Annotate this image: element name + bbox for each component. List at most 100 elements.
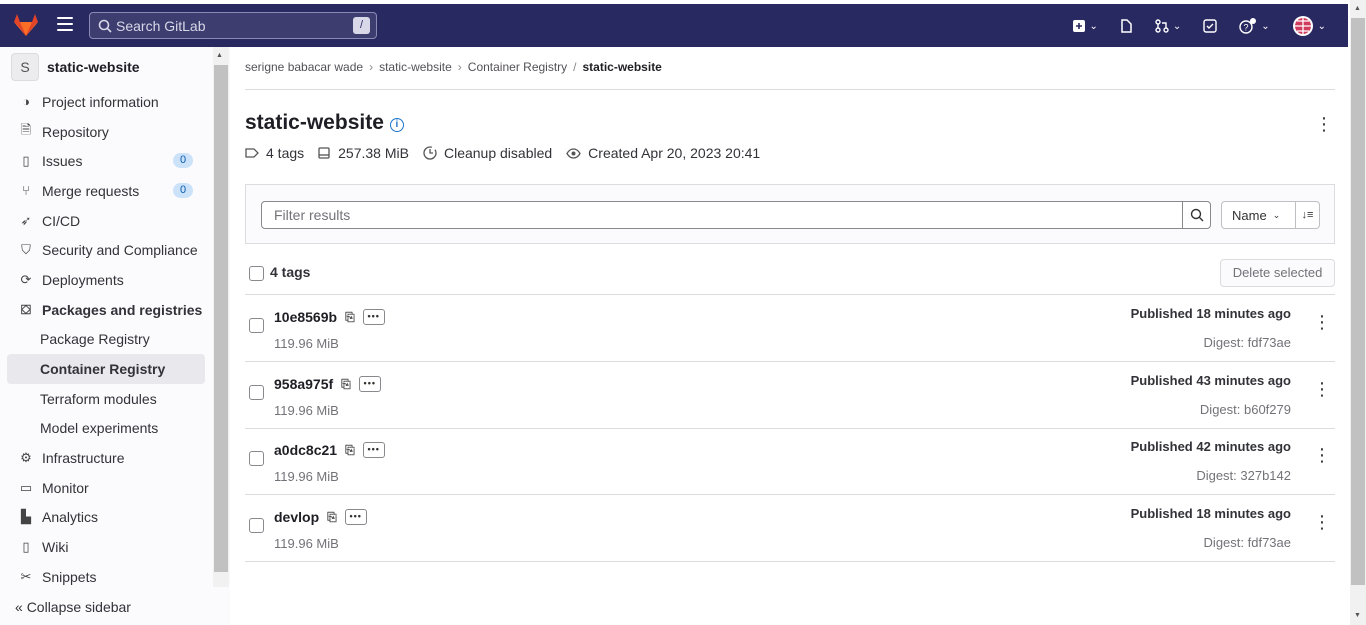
- breadcrumb-item-current[interactable]: static-website: [583, 60, 662, 74]
- sidebar-item-infrastructure[interactable]: ⚙ Infrastructure: [7, 443, 205, 473]
- table-row: a0dc8c21 ⎘ ••• 119.96 MiB Published 42 min…: [245, 428, 1335, 495]
- published-time: Published 43 minutes ago: [1130, 373, 1291, 388]
- sidebar-item-repository[interactable]: 🗎 Repository: [7, 117, 205, 147]
- copy-icon[interactable]: ⎘: [327, 510, 337, 525]
- sidebar-scrollbar-thumb[interactable]: [214, 65, 228, 572]
- cloud-gear-icon: ⚙: [20, 450, 32, 466]
- tag-name: 958a975f: [274, 376, 334, 392]
- row-actions-button[interactable]: ⋮: [1313, 380, 1331, 398]
- delete-selected-button[interactable]: Delete selected: [1220, 259, 1335, 287]
- row-actions-button[interactable]: ⋮: [1313, 513, 1331, 531]
- sidebar-item-container-registry[interactable]: Container Registry: [7, 354, 205, 384]
- sidebar-item-ci-cd[interactable]: ➶ CI/CD: [7, 206, 205, 236]
- sort-direction-button[interactable]: ↓≡: [1295, 201, 1320, 229]
- scroll-up-arrow-icon[interactable]: ▲: [216, 52, 223, 59]
- tag-name: 10e8569b: [274, 309, 338, 325]
- sidebar-item-package-registry[interactable]: Package Registry: [7, 325, 205, 355]
- sidebar-item-wiki[interactable]: ▯ Wiki: [7, 532, 205, 562]
- issues-icon: [1121, 19, 1132, 33]
- shield-icon: ⛉: [21, 242, 31, 258]
- sidebar-item-model-experiments[interactable]: Model experiments: [7, 414, 205, 444]
- chevron-down-icon: ⌄: [1261, 20, 1270, 32]
- breadcrumb-item[interactable]: static-website: [379, 60, 452, 74]
- create-new-button[interactable]: ⌄: [1073, 20, 1098, 32]
- row-checkbox[interactable]: [249, 385, 264, 400]
- tag-icon: [245, 148, 259, 158]
- sidebar-project-header[interactable]: S static-website: [11, 53, 140, 81]
- row-checkbox[interactable]: [249, 518, 264, 533]
- more-actions-button[interactable]: ⋮: [1315, 115, 1333, 133]
- chevron-down-icon: ⌄: [1089, 20, 1098, 32]
- select-all-checkbox[interactable]: [249, 266, 264, 281]
- sort-dropdown[interactable]: Name ⌄: [1221, 201, 1296, 229]
- tag-size: 119.96 MiB: [274, 403, 339, 418]
- sidebar-item-project-information[interactable]: ◑ Project information: [7, 87, 205, 117]
- sidebar-item-deployments[interactable]: ⟳ Deployments: [7, 265, 205, 295]
- row-checkbox[interactable]: [249, 318, 264, 333]
- sidebar-item-label: Repository: [42, 123, 109, 140]
- sidebar-item-label: CI/CD: [42, 212, 81, 229]
- search-placeholder: Search GitLab: [116, 17, 206, 34]
- sidebar-item-security[interactable]: ⛉ Security and Compliance: [7, 235, 205, 265]
- expand-details-button[interactable]: •••: [362, 309, 385, 325]
- row-actions-button[interactable]: ⋮: [1313, 313, 1331, 331]
- cleanup-status: Cleanup disabled: [423, 145, 552, 161]
- scroll-up-arrow-icon[interactable]: ▲: [1354, 5, 1361, 12]
- search-icon: [98, 19, 112, 33]
- sidebar-item-label: Infrastructure: [42, 450, 125, 467]
- sidebar: S static-website ◑ Project information 🗎…: [0, 47, 230, 625]
- breadcrumb-item[interactable]: Container Registry: [468, 60, 567, 74]
- sidebar-item-terraform-modules[interactable]: Terraform modules: [7, 384, 205, 414]
- tags-count: 4 tags: [245, 145, 304, 161]
- gitlab-logo-icon[interactable]: [13, 13, 39, 37]
- search-shortcut-key: /: [353, 17, 370, 34]
- filter-input[interactable]: Filter results: [261, 201, 1183, 229]
- clock-icon: [423, 146, 437, 160]
- search-input[interactable]: Search GitLab /: [89, 12, 377, 39]
- chevron-down-icon: ⌄: [1272, 209, 1281, 220]
- doc-icon: 🗎: [20, 121, 32, 137]
- row-actions-button[interactable]: ⋮: [1313, 446, 1331, 464]
- issues-button[interactable]: [1120, 19, 1133, 33]
- info-icon[interactable]: i: [389, 118, 404, 132]
- image-size-text: 257.38 MiB: [338, 145, 409, 161]
- table-row: 10e8569b ⎘ ••• 119.96 MiB Published 18 min…: [245, 295, 1335, 362]
- sidebar-item-packages-registries[interactable]: ⛋ Packages and registries: [7, 295, 205, 325]
- tag-size: 119.96 MiB: [274, 469, 339, 484]
- scroll-down-arrow-icon[interactable]: ▼: [1354, 612, 1361, 619]
- user-menu-button[interactable]: ⌄: [1292, 15, 1326, 37]
- sidebar-item-monitor[interactable]: ▭ Monitor: [7, 473, 205, 503]
- row-checkbox[interactable]: [249, 451, 264, 466]
- copy-icon[interactable]: ⎘: [345, 310, 355, 325]
- expand-details-button[interactable]: •••: [344, 509, 367, 525]
- chart-icon: ▙: [21, 509, 31, 525]
- avatar: [1292, 16, 1313, 36]
- table-row: devlop ⎘ ••• 119.96 MiB Published 18 minut…: [245, 495, 1335, 562]
- page-scrollbar-thumb[interactable]: [1351, 18, 1365, 585]
- issues-count-badge: 0: [173, 153, 193, 169]
- help-button[interactable]: ? ⌄: [1239, 18, 1270, 34]
- todos-button[interactable]: [1203, 19, 1217, 33]
- sidebar-item-merge-requests[interactable]: ⑂ Merge requests 0: [7, 176, 205, 206]
- collapse-sidebar-button[interactable]: « Collapse sidebar: [15, 599, 131, 615]
- menu-icon[interactable]: [57, 17, 73, 33]
- sidebar-item-analytics[interactable]: ▙ Analytics: [7, 503, 205, 533]
- breadcrumb-item[interactable]: serigne babacar wade: [245, 60, 363, 74]
- merge-request-icon: ⑂: [22, 183, 30, 199]
- copy-icon[interactable]: ⎘: [341, 377, 351, 392]
- expand-details-button[interactable]: •••: [358, 376, 381, 392]
- merge-requests-button[interactable]: ⌄: [1155, 19, 1181, 33]
- search-icon: [1190, 208, 1203, 222]
- filter-search-button[interactable]: [1182, 201, 1211, 229]
- expand-details-button[interactable]: •••: [362, 442, 385, 458]
- page-scrollbar[interactable]: ▲ ▼: [1350, 0, 1366, 625]
- sidebar-item-label: Wiki: [42, 539, 69, 556]
- sidebar-item-issues[interactable]: ▯ Issues 0: [7, 146, 205, 176]
- double-chevron-left-icon: «: [15, 599, 23, 615]
- sidebar-item-snippets[interactable]: ✂ Snippets: [7, 562, 205, 592]
- breadcrumb: serigne babacar wade › static-website › Cont…: [245, 60, 662, 74]
- divider: [245, 89, 1335, 90]
- copy-icon[interactable]: ⎘: [345, 443, 355, 458]
- tag-name: devlop: [274, 509, 320, 525]
- tag-size: 119.96 MiB: [274, 536, 339, 551]
